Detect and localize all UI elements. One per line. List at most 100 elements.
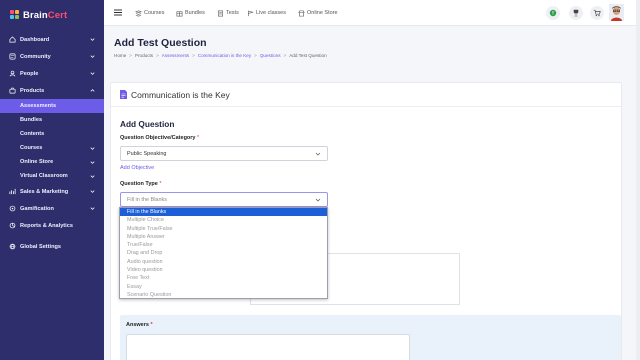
sidebar-subitem-bundles[interactable]: Bundles bbox=[0, 113, 104, 127]
sidebar-item-sales-marketing[interactable]: Sales & Marketing bbox=[0, 183, 104, 200]
products-icon bbox=[9, 87, 16, 94]
page-title: Add Test Question bbox=[114, 37, 207, 49]
chevron-down-icon bbox=[90, 207, 95, 210]
chevron-down-icon bbox=[315, 152, 321, 156]
tests-icon bbox=[218, 10, 223, 16]
gamification-icon bbox=[9, 205, 16, 212]
question-type-dropdown[interactable]: Fill in the Blanks Multiple Choice Multi… bbox=[119, 207, 328, 299]
breadcrumb-test[interactable]: Communication is the Key bbox=[198, 53, 251, 58]
topnav-online-store[interactable]: Online Store bbox=[298, 8, 338, 18]
chevron-down-icon bbox=[90, 190, 95, 193]
sidebar-item-community[interactable]: Community bbox=[0, 48, 104, 65]
sales-icon bbox=[9, 188, 16, 195]
document-icon bbox=[120, 90, 127, 99]
sidebar-subitem-assessments[interactable]: Assessments bbox=[0, 99, 104, 113]
user-avatar[interactable] bbox=[609, 4, 624, 21]
question-type-label: Question Type * bbox=[120, 181, 162, 187]
card-title: Communication is the Key bbox=[131, 90, 230, 100]
logo-icon bbox=[10, 10, 20, 20]
sidebar-item-people[interactable]: People bbox=[0, 65, 104, 82]
sidebar-item-label: Products bbox=[20, 87, 45, 94]
breadcrumb-home[interactable]: Home bbox=[114, 53, 126, 58]
main-content: Add Test Question Home > Products > Assessme… bbox=[104, 26, 636, 360]
breadcrumb-assessments[interactable]: Assessments bbox=[162, 53, 189, 58]
breadcrumb-products[interactable]: Products bbox=[135, 53, 153, 58]
breadcrumb-questions[interactable]: Questions bbox=[260, 53, 281, 58]
live-classes-icon bbox=[248, 10, 254, 16]
sidebar-subitem-label: Online Store bbox=[20, 159, 54, 165]
breadcrumb: Home > Products > Assessments > Communication … bbox=[114, 53, 327, 58]
topnav-label: Tests bbox=[226, 10, 239, 16]
sidebar-subitem-online-store[interactable]: Online Store bbox=[0, 155, 104, 169]
topnav-label: Bundles bbox=[185, 10, 205, 16]
dropdown-option[interactable]: Essay bbox=[120, 283, 327, 291]
brand-logo[interactable]: BrainCert bbox=[10, 8, 67, 22]
sidebar-subitem-virtual-classroom[interactable]: Virtual Classroom bbox=[0, 169, 104, 183]
leaderboard-button[interactable] bbox=[569, 6, 583, 20]
people-icon bbox=[9, 70, 16, 77]
dropdown-option[interactable]: Video question bbox=[120, 266, 327, 274]
sidebar-item-gamification[interactable]: Gamification bbox=[0, 200, 104, 217]
sidebar-subitem-label: Virtual Classroom bbox=[20, 173, 68, 179]
answers-input[interactable] bbox=[126, 334, 410, 360]
sidebar-item-products[interactable]: Products bbox=[0, 82, 104, 99]
breadcrumb-current: Add Test Question bbox=[289, 53, 327, 58]
sidebar-item-global-settings[interactable]: Global Settings bbox=[0, 238, 104, 255]
sidebar-subitem-contents[interactable]: Contents bbox=[0, 127, 104, 141]
question-type-select[interactable]: Fill in the Blanks bbox=[120, 192, 328, 207]
sidebar-item-reports-analytics[interactable]: Reports & Analytics bbox=[0, 217, 104, 234]
section-title: Add Question bbox=[120, 119, 175, 129]
sidebar-item-label: Global Settings bbox=[20, 243, 62, 250]
dropdown-option[interactable]: Free Text bbox=[120, 274, 327, 282]
sidebar: BrainCert Dashboard Community People Pro… bbox=[0, 0, 104, 360]
sidebar-item-label: People bbox=[20, 70, 39, 77]
objective-label: Question Objective/Category * bbox=[120, 135, 200, 141]
answers-label: Answers * bbox=[126, 322, 153, 328]
chevron-up-icon bbox=[90, 89, 95, 92]
dropdown-option[interactable]: Fill in the Blanks bbox=[120, 208, 327, 217]
sidebar-subitem-label: Bundles bbox=[20, 117, 43, 123]
chevron-down-icon bbox=[315, 198, 321, 202]
hamburger-menu-icon[interactable] bbox=[114, 9, 122, 16]
chevron-down-icon bbox=[90, 175, 95, 178]
question-type-select-value: Fill in the Blanks bbox=[127, 196, 168, 203]
objective-select-value: Public Speaking bbox=[127, 150, 167, 157]
add-objective-link[interactable]: Add Objective bbox=[120, 165, 154, 171]
dropdown-option[interactable]: Multiple True/False bbox=[120, 225, 327, 233]
topnav-tests[interactable]: Tests bbox=[217, 8, 239, 18]
online-status-icon bbox=[549, 9, 557, 17]
cart-icon bbox=[593, 9, 601, 17]
chevron-down-icon bbox=[90, 38, 95, 41]
dropdown-option[interactable]: True/False bbox=[120, 241, 327, 249]
bundles-icon bbox=[176, 10, 183, 16]
store-icon bbox=[298, 10, 305, 16]
sidebar-item-label: Sales & Marketing bbox=[20, 188, 69, 195]
top-bar: Courses Bundles Tests Live classes Onlin… bbox=[104, 0, 640, 26]
chevron-down-icon bbox=[90, 147, 95, 150]
cart-button[interactable] bbox=[590, 6, 604, 20]
topnav-label: Live classes bbox=[256, 10, 286, 16]
sidebar-subitem-courses[interactable]: Courses bbox=[0, 141, 104, 155]
card-header: Communication is the Key bbox=[111, 83, 621, 107]
settings-icon bbox=[9, 243, 16, 250]
answers-panel: Answers * bbox=[120, 315, 621, 360]
sidebar-item-label: Dashboard bbox=[20, 36, 50, 43]
topnav-bundles[interactable]: Bundles bbox=[176, 8, 205, 18]
topnav-label: Online Store bbox=[307, 10, 338, 16]
topnav-courses[interactable]: Courses bbox=[135, 8, 164, 18]
trophy-icon bbox=[573, 9, 579, 17]
dropdown-option[interactable]: Audio question bbox=[120, 258, 327, 266]
objective-select[interactable]: Public Speaking bbox=[120, 146, 328, 161]
dropdown-option[interactable]: Multiple Answer bbox=[120, 233, 327, 241]
sidebar-subitem-label: Courses bbox=[20, 145, 43, 151]
dropdown-option[interactable]: Scenario Question bbox=[120, 291, 327, 299]
page-scrollbar[interactable] bbox=[636, 0, 640, 360]
sidebar-subitem-label: Assessments bbox=[20, 103, 57, 109]
dropdown-option[interactable]: Drag and Drop bbox=[120, 249, 327, 257]
chevron-down-icon bbox=[90, 72, 95, 75]
chevron-down-icon bbox=[90, 55, 95, 58]
sidebar-item-dashboard[interactable]: Dashboard bbox=[0, 31, 104, 48]
status-button[interactable] bbox=[546, 6, 560, 20]
dropdown-option[interactable]: Multiple Choice bbox=[120, 216, 327, 224]
topnav-live-classes[interactable]: Live classes bbox=[247, 8, 286, 18]
